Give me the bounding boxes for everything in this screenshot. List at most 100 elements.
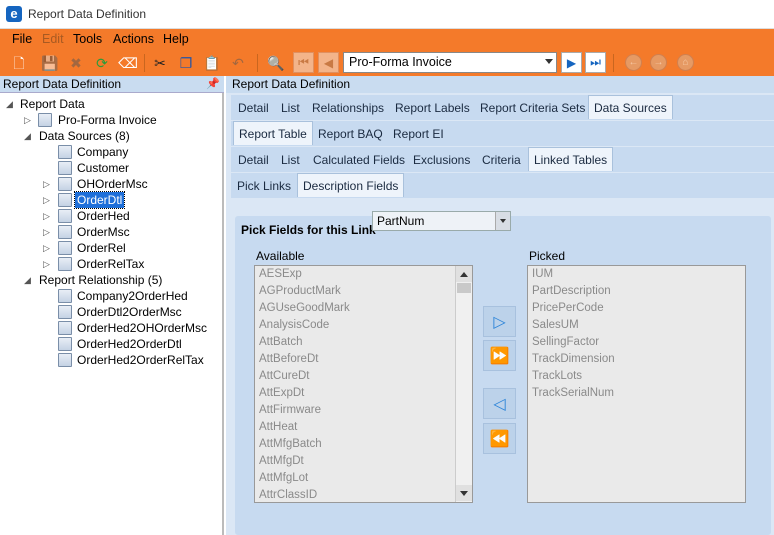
tab-report-labels[interactable]: Report Labels: [390, 99, 475, 117]
tab-data-sources[interactable]: Data Sources: [588, 95, 673, 119]
picked-list[interactable]: IUM PartDescription PricePerCode SalesUM…: [527, 265, 746, 503]
forward-icon[interactable]: →: [650, 54, 667, 71]
paste-icon[interactable]: 📋: [202, 53, 222, 73]
tab-report-baq[interactable]: Report BAQ: [313, 125, 388, 143]
home-icon[interactable]: ⌂: [677, 54, 694, 71]
previous-record-button[interactable]: ◀: [318, 52, 339, 73]
list-item[interactable]: PricePerCode: [532, 300, 604, 317]
table-icon: [58, 225, 72, 239]
list-item[interactable]: TrackSerialNum: [532, 385, 614, 402]
list-item[interactable]: AGUseGoodMark: [259, 300, 350, 317]
tab-list[interactable]: List: [276, 151, 305, 169]
move-all-right-button[interactable]: ⏩: [483, 340, 516, 371]
expand-icon[interactable]: ▷: [43, 224, 50, 240]
list-item[interactable]: AttBeforeDt: [259, 351, 318, 368]
app-logo-icon: e: [6, 6, 22, 22]
undo-icon[interactable]: ↶: [228, 53, 248, 73]
tab-list[interactable]: List: [276, 99, 305, 117]
available-list[interactable]: AESExp AGProductMark AGUseGoodMark Analy…: [254, 265, 473, 503]
collapse-icon[interactable]: ◢: [24, 272, 31, 288]
collapse-icon[interactable]: ◢: [24, 128, 31, 144]
tab-criteria[interactable]: Criteria: [477, 151, 526, 169]
tab-description-fields[interactable]: Description Fields: [297, 173, 405, 197]
double-chevron-left-icon: ⏪: [489, 430, 510, 448]
expand-icon[interactable]: ▷: [43, 256, 50, 272]
list-item[interactable]: AttBatch: [259, 334, 302, 351]
pin-icon[interactable]: 📌: [206, 77, 220, 90]
scroll-down-icon[interactable]: [456, 485, 472, 501]
delete-icon[interactable]: ✖: [66, 53, 86, 73]
copy-icon[interactable]: ❐: [176, 53, 196, 73]
relationship-icon: [58, 321, 72, 335]
tab-report-criteria-sets[interactable]: Report Criteria Sets: [475, 99, 590, 117]
table-icon: [58, 209, 72, 223]
tab-report-table[interactable]: Report Table: [233, 121, 313, 145]
tab-exclusions[interactable]: Exclusions: [408, 151, 475, 169]
list-item[interactable]: SellingFactor: [532, 334, 599, 351]
scroll-up-icon[interactable]: [456, 266, 472, 282]
cut-icon[interactable]: ✂: [150, 53, 170, 73]
refresh-icon[interactable]: ⟳: [92, 53, 112, 73]
first-record-button[interactable]: ⏮: [293, 52, 314, 73]
list-item[interactable]: AttMfgLot: [259, 470, 308, 487]
pick-link-value: PartNum: [377, 214, 425, 228]
tab-report-ei[interactable]: Report EI: [388, 125, 449, 143]
list-item[interactable]: SalesUM: [532, 317, 579, 334]
tab-linked-tables[interactable]: Linked Tables: [528, 147, 614, 171]
table-icon: [58, 177, 72, 191]
list-item[interactable]: AttExpDt: [259, 385, 304, 402]
list-item[interactable]: TrackLots: [532, 368, 582, 385]
expand-icon[interactable]: ▷: [43, 192, 50, 208]
new-icon[interactable]: 🗋: [9, 53, 29, 73]
table-icon: [58, 193, 72, 207]
expand-icon[interactable]: ▷: [43, 240, 50, 256]
menu-edit[interactable]: Edit: [42, 32, 64, 46]
collapse-icon[interactable]: ◢: [6, 96, 13, 112]
table-icon: [58, 145, 72, 159]
double-chevron-right-icon: ⏩: [489, 347, 510, 365]
list-item[interactable]: IUM: [532, 266, 553, 283]
expand-icon[interactable]: ▷: [24, 112, 31, 128]
expand-icon[interactable]: ▷: [43, 208, 50, 224]
tab-detail[interactable]: Detail: [233, 151, 274, 169]
menu-file[interactable]: File: [12, 32, 32, 46]
last-record-button[interactable]: ⏭: [585, 52, 606, 73]
menu-help[interactable]: Help: [163, 32, 189, 46]
expand-icon[interactable]: ▷: [43, 176, 50, 192]
move-left-button[interactable]: ◁: [483, 388, 516, 419]
menu-actions[interactable]: Actions: [113, 32, 154, 46]
list-item[interactable]: PartDescription: [532, 283, 611, 300]
move-right-button[interactable]: ▷: [483, 306, 516, 337]
next-record-button[interactable]: ▶: [561, 52, 582, 73]
available-scrollbar[interactable]: [455, 266, 472, 502]
list-item[interactable]: AttMfgDt: [259, 453, 304, 470]
list-item[interactable]: AGProductMark: [259, 283, 341, 300]
tab-relationships[interactable]: Relationships: [307, 99, 389, 117]
pick-link-select[interactable]: PartNum: [372, 211, 511, 231]
list-item[interactable]: TrackDimension: [532, 351, 615, 368]
tab-detail[interactable]: Detail: [233, 99, 274, 117]
clear-icon[interactable]: ⌫: [118, 53, 138, 73]
move-all-left-button[interactable]: ⏪: [483, 423, 516, 454]
tree-item-label-selected: OrderDtl: [73, 191, 126, 209]
list-item[interactable]: AttrClassID: [259, 487, 317, 502]
window-title: Report Data Definition: [28, 7, 147, 21]
list-item[interactable]: AnalysisCode: [259, 317, 329, 334]
record-select-value: Pro-Forma Invoice: [349, 55, 452, 69]
search-icon[interactable]: 🔍: [266, 53, 286, 73]
list-item[interactable]: AttCureDt: [259, 368, 310, 385]
list-item[interactable]: AttMfgBatch: [259, 436, 322, 453]
menu-bar: File Edit Tools Actions Help: [0, 29, 774, 50]
menu-tools[interactable]: Tools: [73, 32, 102, 46]
list-item[interactable]: AESExp: [259, 266, 302, 283]
scroll-thumb[interactable]: [457, 283, 471, 293]
tab-calculated-fields[interactable]: Calculated Fields: [308, 151, 410, 169]
record-select[interactable]: Pro-Forma Invoice: [343, 52, 557, 73]
list-item[interactable]: AttFirmware: [259, 402, 321, 419]
tree-item-label: Customer: [77, 161, 130, 175]
save-icon[interactable]: 💾: [40, 53, 60, 73]
tab-pick-links[interactable]: Pick Links: [232, 177, 296, 195]
back-icon[interactable]: ←: [625, 54, 642, 71]
list-item[interactable]: AttHeat: [259, 419, 297, 436]
table-icon: [58, 241, 72, 255]
